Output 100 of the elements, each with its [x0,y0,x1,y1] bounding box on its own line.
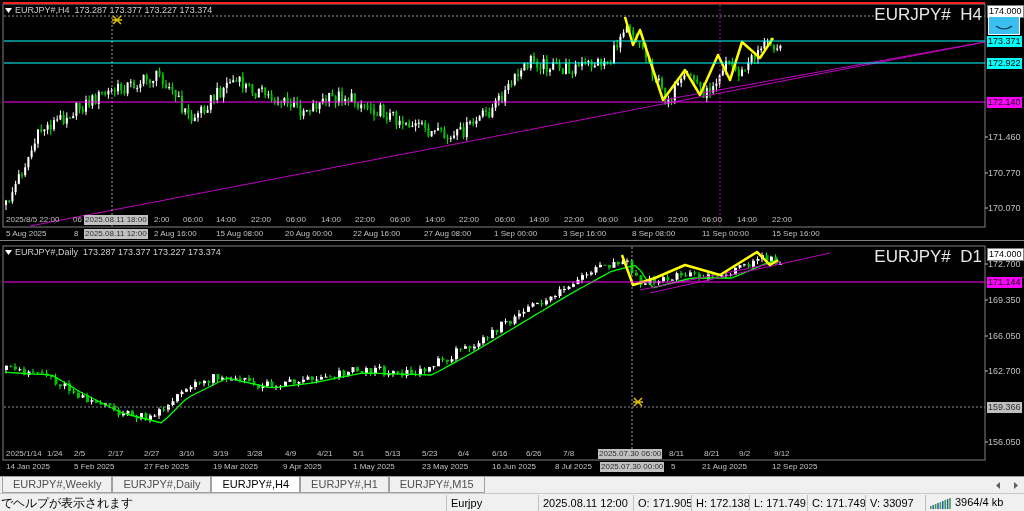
status-field: C: 171.749 [807,494,865,511]
status-field: V: 33097 [865,494,925,511]
time-label: 22 Aug 16:00 [352,229,402,239]
time-label: 15 Sep 16:00 [771,229,821,239]
time-label: 15 Aug 08:00 [215,229,265,239]
price-label: 171.460 [987,132,1022,143]
time-label: 8 Sep 08:00 [631,229,677,239]
traffic-text: 3964/4 kb [955,495,1004,511]
time-label: 20 Aug 00:00 [284,229,334,239]
time-label: 9/12 [773,449,791,459]
time-label: 3/10 [178,449,196,459]
price-label: 169.350 [987,295,1022,306]
time-label: 8/11 [668,449,685,459]
time-label: 8 Jul 2025 [554,462,593,472]
time-label: 6/4 [457,449,471,459]
status-field: H: 172.138 [691,494,749,511]
time-label: 1/24 [46,449,64,459]
time-label: 5 Aug 2025 [5,229,48,239]
time-label: 7/8 [562,449,576,459]
time-label: 21 Aug 2025 [701,462,748,472]
time-label: 12 Sep 2025 [771,462,819,472]
time-label: 9 Apr 2025 [282,462,323,472]
time-label: 14:00 [320,215,343,225]
time-label: 22:00 [563,215,586,225]
chart-tab[interactable]: EURJPY#,Weekly [2,477,113,493]
crosshair-price-label: 159.366 [987,402,1022,413]
time-label: 4/21 [316,449,334,459]
chart-tab[interactable]: EURJPY#,Daily [112,477,212,493]
price-label: 172.700 [987,259,1022,270]
time-label: 14:00 [736,215,759,225]
time-label: 5 [670,462,677,472]
chart-tab[interactable]: EURJPY#,H1 [300,477,389,493]
status-field: L: 171.749 [749,494,807,511]
time-label: 27 Feb 2025 [143,462,190,472]
crosshair-time-label: 2025.07.30 00:00 [600,462,665,472]
time-label: 8 [73,229,80,239]
chart-tab[interactable]: EURJPY#,M15 [388,477,485,493]
time-label: 6/26 [525,449,543,459]
time-label: 14 Jan 2025 [5,462,52,472]
time-label: 2 Aug 16:00 [153,229,198,239]
time-label: 19 Mar 2025 [212,462,259,472]
time-label: 06:00 [389,215,412,225]
time-label: 23 May 2025 [421,462,470,472]
time-label: 22:00 [667,215,690,225]
status-field: O: 171.905 [633,494,691,511]
status-field: 2025.08.11 12:00 [538,494,633,511]
chart-tab[interactable]: EURJPY#,H4 [211,477,301,493]
time-label: 3 Sep 16:00 [562,229,608,239]
time-label: 6/16 [491,449,509,459]
time-label: 22:00 [458,215,481,225]
time-label: 5/23 [421,449,439,459]
time-label: 06:00 [494,215,517,225]
time-label: 14:00 [632,215,655,225]
time-label: 2/17 [107,449,125,459]
time-label: 5/13 [384,449,402,459]
time-label: 14:00 [528,215,551,225]
chart-header: EURJPY#,Daily 173.287 173.377 173.227 173.374 [15,247,221,257]
time-label: 1 May 2025 [352,462,396,472]
time-label: 06:00 [597,215,620,225]
level-price-label: 172.922 [987,58,1022,69]
price-label: 166.050 [987,331,1022,342]
time-label: 2025/1/14 [5,449,43,459]
time-label: 27 Aug 08:00 [423,229,473,239]
time-label: 14:00 [424,215,447,225]
time-label: 5/1 [352,449,366,459]
price-label: 162.700 [987,366,1022,377]
time-label: 5 Feb 2025 [73,462,116,472]
time-label: 22:00 [771,215,794,225]
price-label: 170.770 [987,168,1022,179]
crosshair-time-label: 2025.08.11 18:00 [84,215,148,225]
time-label: 16 Jun 2025 [491,462,538,472]
status-help-text: でヘルプが表示されます [0,494,134,511]
time-label: 8/21 [703,449,721,459]
time-label: 3/28 [246,449,264,459]
level-price-label: 172.140 [987,97,1022,108]
time-label: 06:00 [285,215,308,225]
level-price-label: 173.371 [987,36,1022,47]
time-label: 1 Sep 00:00 [493,229,539,239]
time-label: 2:00 [153,215,171,225]
time-label: 4/9 [284,449,298,459]
time-label: 3/19 [212,449,230,459]
time-label: 06:00 [701,215,724,225]
price-label: 170.070 [987,203,1022,214]
time-label: 11 Sep 00:00 [701,229,750,239]
time-label: 9/2 [738,449,752,459]
time-label: 2/27 [143,449,161,459]
time-label: 22:00 [250,215,273,225]
time-label: 14:00 [215,215,238,225]
time-label: 06:00 [182,215,205,225]
price-label: 156.050 [987,437,1022,448]
crosshair-time-label: 2025.08.11 12:00 [84,229,148,239]
crosshair-time-label: 2025.07.30 06:00 [598,449,663,459]
chart-header: EURJPY#,H4 173.287 173.377 173.227 173.374 [15,5,213,15]
time-label: 2025/8/5 22:00 [5,215,61,225]
time-label: 06 [72,215,83,225]
level-price-label: 171.144 [987,277,1022,288]
status-field: Eurjpy [446,494,538,511]
time-label: 22:00 [354,215,377,225]
current-price-label: 174.000 [987,248,1024,261]
time-label: 2/5 [73,449,87,459]
